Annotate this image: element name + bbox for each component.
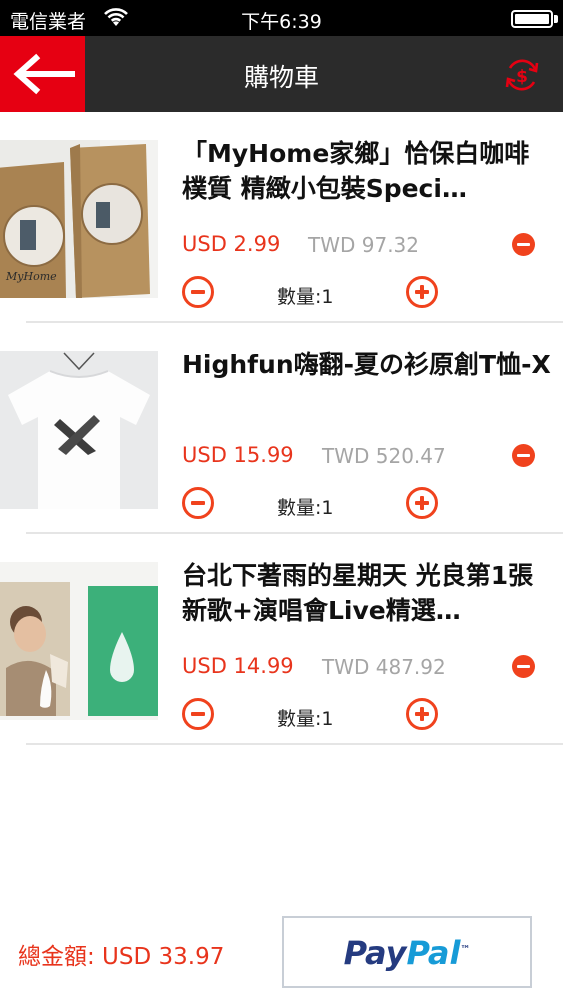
price-twd: TWD 487.92	[322, 655, 446, 679]
paypal-trademark: ™	[460, 944, 471, 956]
total-amount: 總金額: USD 33.97	[18, 944, 225, 970]
price-usd: USD 2.99	[182, 232, 281, 256]
product-title[interactable]: 「MyHome家鄉」恰保白咖啡 樸質 精緻小包裝Speci…	[182, 136, 552, 206]
currency-refresh-icon[interactable]: $	[501, 54, 543, 96]
paypal-pal-text: Pal	[406, 934, 461, 972]
status-bar: 電信業者 下午6:39	[0, 0, 563, 36]
increase-quantity-button[interactable]	[406, 487, 438, 519]
increase-quantity-button[interactable]	[406, 698, 438, 730]
decrease-quantity-button[interactable]	[182, 698, 214, 730]
quantity-label: 數量:1	[277, 708, 334, 730]
product-title[interactable]: Highfun嗨翻-夏の衫原創T恤-X	[182, 347, 552, 417]
quantity-label: 數量:1	[277, 497, 334, 519]
paypal-logo: PayPal™	[284, 934, 530, 972]
product-image[interactable]	[0, 351, 158, 509]
remove-item-button[interactable]	[512, 444, 535, 467]
product-image[interactable]	[0, 562, 158, 720]
paypal-checkout-button[interactable]: PayPal™	[282, 916, 532, 988]
svg-text:MyHome: MyHome	[5, 270, 57, 283]
price-usd: USD 14.99	[182, 654, 294, 678]
remove-item-button[interactable]	[512, 233, 535, 256]
battery-icon	[511, 10, 553, 28]
cart-item: Highfun嗨翻-夏の衫原創T恤-X USD 15.99 TWD 520.47…	[0, 323, 563, 534]
cart-list: MyHome 「MyHome家鄉」恰保白咖啡 樸質 精緻小包裝Speci… US…	[0, 112, 563, 745]
decrease-quantity-button[interactable]	[182, 276, 214, 308]
product-title[interactable]: 台北下著雨的星期天 光良第1張新歌+演唱會Live精選…	[182, 558, 552, 628]
page-title: 購物車	[243, 63, 319, 92]
price-twd: TWD 520.47	[322, 444, 446, 468]
price-twd: TWD 97.32	[308, 233, 420, 257]
decrease-quantity-button[interactable]	[182, 487, 214, 519]
battery-tip	[554, 15, 558, 23]
divider	[26, 743, 563, 745]
clock: 下午6:39	[241, 11, 322, 33]
price-usd: USD 15.99	[182, 443, 294, 467]
cart-item: MyHome 「MyHome家鄉」恰保白咖啡 樸質 精緻小包裝Speci… US…	[0, 112, 563, 323]
remove-item-button[interactable]	[512, 655, 535, 678]
quantity-label: 數量:1	[277, 286, 334, 308]
svg-text:$: $	[516, 67, 528, 87]
cart-item: 台北下著雨的星期天 光良第1張新歌+演唱會Live精選… USD 14.99 T…	[0, 534, 563, 745]
paypal-pay-text: Pay	[343, 934, 407, 972]
increase-quantity-button[interactable]	[406, 276, 438, 308]
product-image[interactable]: MyHome	[0, 140, 158, 298]
navigation-bar: 購物車 $	[0, 36, 563, 112]
